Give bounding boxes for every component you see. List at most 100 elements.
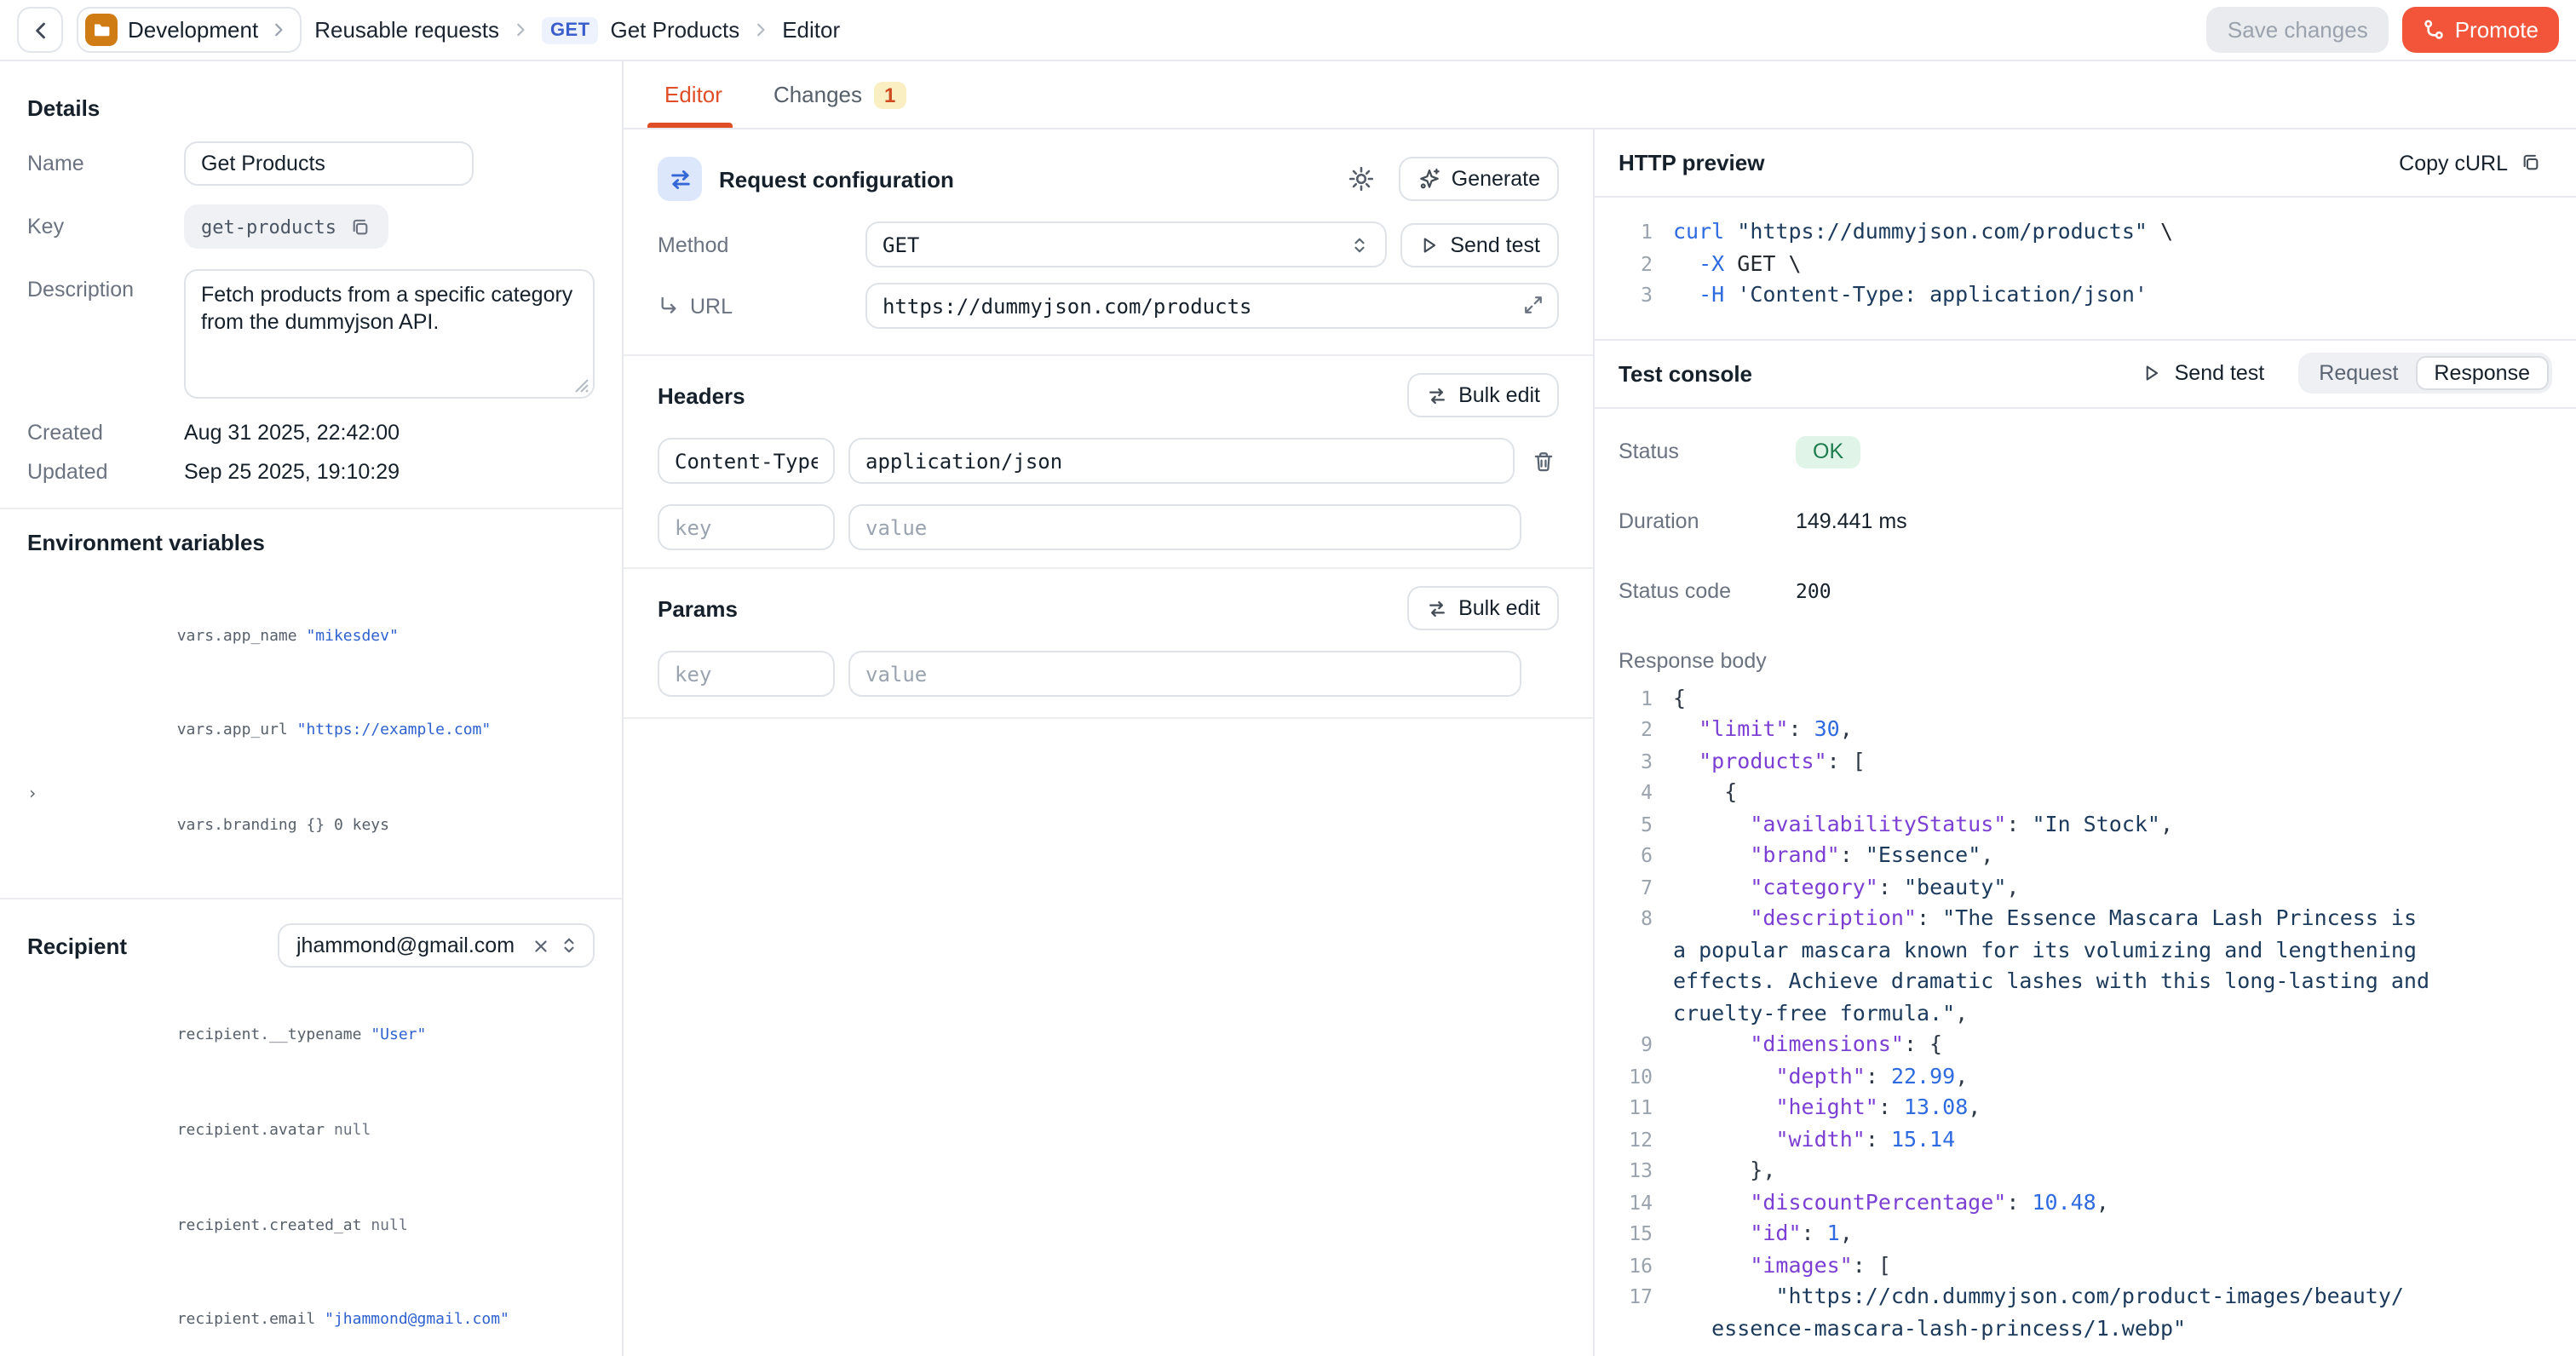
- code-line: 15 "id": 1,: [1619, 1218, 2552, 1250]
- generate-button[interactable]: Generate: [1399, 157, 1559, 201]
- expand-icon[interactable]: [1521, 293, 1545, 317]
- line-number: 5: [1619, 808, 1653, 840]
- recipient-selected-value: jhammond@gmail.com: [296, 934, 515, 958]
- line-number: 4: [1619, 777, 1653, 808]
- code-line: 13 },: [1619, 1155, 2552, 1186]
- new-header-key-input[interactable]: [658, 504, 835, 550]
- tab-editor[interactable]: Editor: [661, 61, 726, 128]
- copy-icon: [2520, 152, 2542, 174]
- code-line: a popular mascara known for its volumizi…: [1619, 934, 2552, 966]
- new-header-value-input[interactable]: [848, 504, 1521, 550]
- tab-changes[interactable]: Changes 1: [770, 61, 909, 128]
- line-number: 6: [1619, 840, 1653, 871]
- code-line: 11 "height": 13.08,: [1619, 1092, 2552, 1123]
- details-title: Details: [27, 95, 595, 121]
- back-button[interactable]: [17, 7, 63, 53]
- code-line: 3 -H 'Content-Type: application/json': [1619, 279, 2552, 311]
- code-line: 17 "https://cdn.dummyjson.com/product-im…: [1619, 1281, 2552, 1313]
- recipient-select[interactable]: jhammond@gmail.com: [278, 924, 595, 968]
- response-body-code[interactable]: 1{2 "limit": 30,3 "products": [4 {5 "ava…: [1619, 667, 2552, 1356]
- recipient-property-row: ›recipient.email "jhammond@gmail.com": [27, 1273, 595, 1356]
- code-line: 7 "category": "beauty",: [1619, 871, 2552, 903]
- curl-preview-code[interactable]: 1curl "https://dummyjson.com/products" \…: [1595, 198, 2576, 340]
- code-line: 14 "discountPercentage": 10.48,: [1619, 1186, 2552, 1218]
- save-changes-button[interactable]: Save changes: [2207, 7, 2389, 53]
- chevron-expand-icon[interactable]: ›: [27, 779, 37, 811]
- key-label: Key: [27, 215, 184, 238]
- new-param-key-input[interactable]: [658, 651, 835, 697]
- code-line: 6 "brand": "Essence",: [1619, 840, 2552, 871]
- environment-variables-list: ›vars.app_name "mikesdev" ›vars.app_url …: [27, 589, 595, 875]
- line-number: 14: [1619, 1186, 1653, 1218]
- params-bulk-edit-button[interactable]: Bulk edit: [1407, 586, 1559, 630]
- line-number: 3: [1619, 279, 1653, 311]
- http-preview-title: HTTP preview: [1619, 150, 1764, 175]
- recipient-property-row: ›recipient.created_at null: [27, 1179, 595, 1274]
- gear-icon[interactable]: [1348, 165, 1375, 192]
- line-number: [1619, 934, 1653, 966]
- created-value: Aug 31 2025, 22:42:00: [184, 421, 400, 445]
- line-number: 2: [1619, 248, 1653, 279]
- preview-column: HTTP preview Copy cURL 1curl "https://du…: [1595, 129, 2576, 1356]
- name-input[interactable]: [184, 141, 474, 186]
- request-configuration-title: Request configuration: [719, 166, 954, 192]
- send-test-button[interactable]: Send test: [1400, 222, 1559, 267]
- request-tab[interactable]: Request: [2302, 356, 2415, 390]
- headers-section: Headers Bulk edit: [624, 356, 1593, 569]
- method-select[interactable]: GET: [865, 221, 1387, 267]
- breadcrumb-editor[interactable]: Editor: [782, 17, 840, 43]
- method-badge: GET: [542, 16, 598, 43]
- variable-key: vars.app_url: [177, 723, 297, 740]
- breadcrumb-request-name[interactable]: Get Products: [610, 17, 739, 43]
- swap-arrows-icon: [1426, 597, 1448, 619]
- new-param-value-input[interactable]: [848, 651, 1521, 697]
- headers-bulk-edit-button[interactable]: Bulk edit: [1407, 373, 1559, 417]
- url-input[interactable]: [865, 283, 1559, 329]
- console-send-test-button[interactable]: Send test: [2132, 359, 2275, 387]
- swap-arrows-icon: [658, 157, 702, 201]
- status-label: Status: [1619, 435, 1796, 468]
- line-number: 16: [1619, 1250, 1653, 1281]
- code-line: cruelty-free formula.",: [1619, 997, 2552, 1029]
- clear-icon[interactable]: [532, 937, 550, 956]
- git-merge-icon: [2423, 19, 2445, 41]
- copy-icon[interactable]: [350, 215, 372, 238]
- code-line: 2 -X GET \: [1619, 248, 2552, 279]
- property-key: recipient.created_at: [177, 1217, 371, 1234]
- environment-variables-title: Environment variables: [27, 530, 595, 555]
- duration-value: 149.441 ms: [1796, 505, 1907, 537]
- test-console-title: Test console: [1619, 360, 1752, 386]
- resize-handle-icon[interactable]: [574, 378, 589, 394]
- header-value-input[interactable]: [848, 438, 1515, 484]
- variable-row: ›vars.branding {} 0 keys: [27, 779, 595, 875]
- params-title: Params: [658, 595, 738, 621]
- environment-switcher[interactable]: Development: [77, 7, 301, 53]
- variable-value: {} 0 keys: [306, 818, 389, 835]
- code-line: 9 "dimensions": {: [1619, 1029, 2552, 1060]
- status-code-value: 200: [1796, 575, 1831, 607]
- chevron-up-down-icon: [559, 936, 579, 957]
- copy-curl-button[interactable]: Copy cURL: [2389, 149, 2552, 176]
- code-line: 8 "description": "The Essence Mascara La…: [1619, 903, 2552, 934]
- breadcrumb-reusable-requests[interactable]: Reusable requests: [314, 17, 499, 43]
- trash-icon: [1532, 449, 1555, 473]
- line-number: 17: [1619, 1281, 1653, 1313]
- promote-button[interactable]: Promote: [2402, 7, 2559, 53]
- description-textarea[interactable]: Fetch products from a specific category …: [184, 269, 595, 399]
- environment-variables-section: Environment variables ›vars.app_name "mi…: [0, 508, 622, 899]
- response-tab[interactable]: Response: [2415, 356, 2549, 390]
- breadcrumb: Reusable requests GET Get Products Edito…: [314, 16, 840, 43]
- method-value: GET: [883, 233, 919, 256]
- header-key-input[interactable]: [658, 438, 835, 484]
- request-editor-column: Request configuration Generate: [624, 129, 1595, 1356]
- status-badge: OK: [1796, 435, 1860, 468]
- delete-header-button[interactable]: [1528, 445, 1559, 476]
- key-value-pill: get-products: [184, 204, 389, 249]
- recipient-property-row: ›recipient.__typename "User": [27, 989, 595, 1084]
- method-label: Method: [658, 233, 865, 256]
- line-number: 10: [1619, 1060, 1653, 1092]
- play-icon: [2142, 363, 2163, 383]
- code-line: essence-mascara-lash-princess/1.webp": [1619, 1313, 2552, 1344]
- code-line: 10 "depth": 22.99,: [1619, 1060, 2552, 1092]
- test-console-body: Status OK Duration 149.441 ms Status cod…: [1595, 408, 2576, 1356]
